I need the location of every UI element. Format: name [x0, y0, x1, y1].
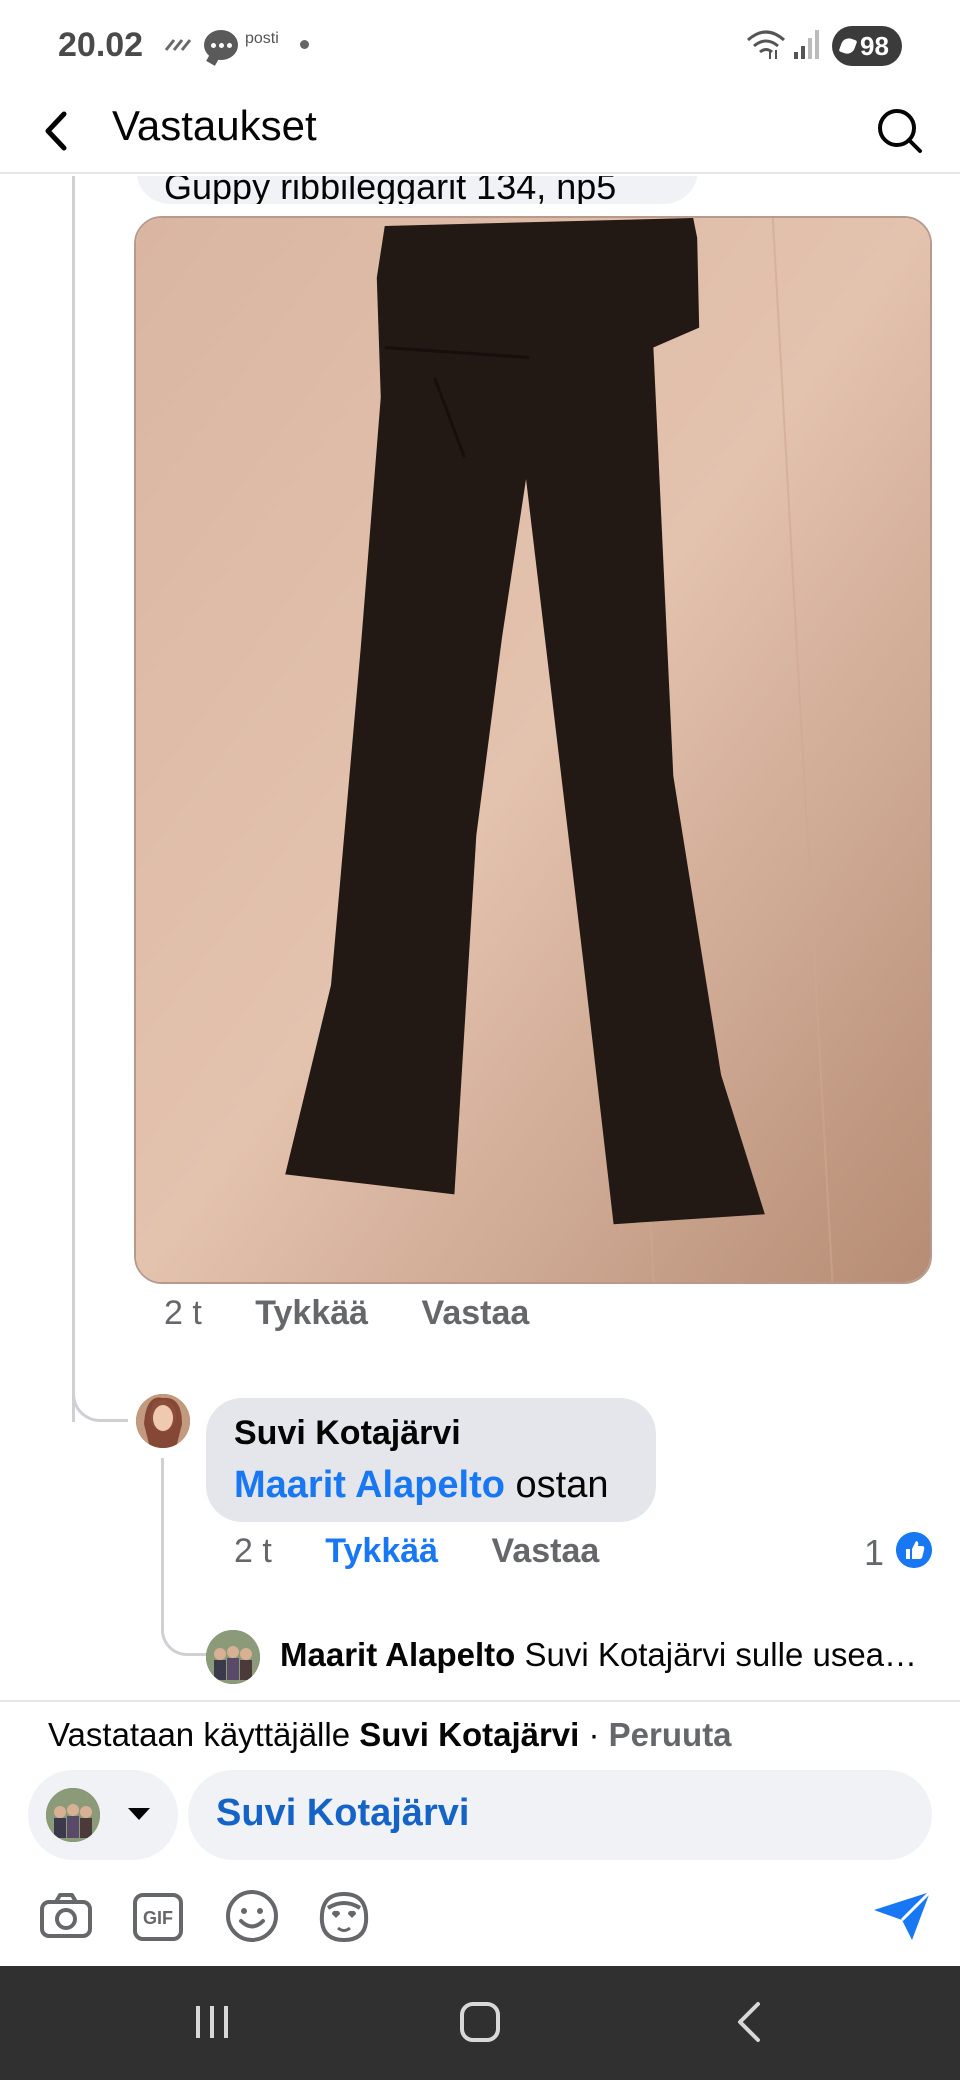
like-button[interactable]: Tykkää — [255, 1294, 368, 1332]
reply-comment-bubble[interactable]: Suvi Kotajärvi Maarit Alapelto ostan — [206, 1398, 656, 1522]
comment-thread: Guppy ribbileggarit 134, np5 2 t Tykkää … — [0, 176, 960, 1700]
comment-composer: Vastataan käyttäjälle Suvi Kotajärvi · P… — [0, 1700, 960, 1966]
comment-time: 2 t — [164, 1294, 202, 1332]
posti-notification-label: posti — [245, 30, 279, 47]
reply-like-button[interactable]: Tykkää — [325, 1532, 438, 1570]
previous-comment-bubble[interactable]: Guppy ribbileggarit 134, np5 — [136, 176, 698, 204]
thumbs-up-icon[interactable] — [896, 1532, 932, 1568]
emoji-icon[interactable] — [222, 1886, 282, 1946]
gif-label: GIF — [143, 1908, 173, 1928]
back-nav-icon[interactable] — [734, 2000, 764, 2044]
back-arrow-icon[interactable] — [34, 98, 84, 164]
comment-photo[interactable] — [134, 216, 932, 1284]
reply-body: ostan — [515, 1464, 609, 1506]
app-header: Vastaukset — [0, 90, 960, 174]
reply-text: Maarit Alapelto ostan — [234, 1464, 609, 1507]
reply-time: 2 t — [234, 1532, 272, 1570]
nested-reply-preview[interactable]: Maarit Alapelto Suvi Kotajärvi sulle use… — [280, 1636, 940, 1674]
reply-reply-button[interactable]: Vastaa — [492, 1532, 600, 1570]
reply-actions: 2 t Tykkää Vastaa — [234, 1532, 599, 1571]
separator: · — [588, 1716, 600, 1753]
avatar-sticker-icon[interactable] — [314, 1886, 374, 1946]
comment-input-value: Suvi Kotajärvi — [216, 1792, 470, 1834]
data-saver-icon — [164, 39, 192, 51]
battery-indicator: 98 — [832, 26, 902, 66]
search-icon[interactable] — [874, 100, 926, 160]
wifi-icon — [747, 30, 785, 59]
caret-down-icon — [128, 1808, 150, 1820]
cancel-reply-button[interactable]: Peruuta — [609, 1716, 732, 1753]
avatar[interactable] — [136, 1394, 190, 1448]
camera-icon[interactable] — [36, 1886, 96, 1946]
comment-input[interactable]: Suvi Kotajärvi — [188, 1770, 932, 1860]
gif-icon[interactable]: GIF — [128, 1886, 188, 1946]
nested-reply-author[interactable]: Maarit Alapelto — [280, 1636, 515, 1673]
status-time: 20.02 — [58, 26, 144, 64]
replying-to-bar: Vastataan käyttäjälle Suvi Kotajärvi · P… — [48, 1716, 732, 1754]
send-icon[interactable] — [872, 1888, 932, 1944]
avatar — [46, 1788, 100, 1842]
like-count[interactable]: 1 — [864, 1532, 884, 1574]
system-nav-bar — [0, 1966, 960, 2080]
account-switcher[interactable] — [28, 1770, 178, 1860]
status-bar: 20.02 posti 98 — [0, 0, 960, 90]
thread-connector-curve — [72, 1372, 128, 1422]
replying-name: Suvi Kotajärvi — [359, 1716, 580, 1753]
photo-comment-actions: 2 t Tykkää Vastaa — [164, 1294, 529, 1333]
recent-apps-icon[interactable] — [192, 2004, 232, 2040]
replying-prefix: Vastataan käyttäjälle — [48, 1716, 351, 1753]
flared-pants-image — [136, 218, 930, 1282]
previous-comment-text: Guppy ribbileggarit 134, np5 — [164, 176, 617, 204]
signal-icon — [794, 30, 819, 59]
reply-button[interactable]: Vastaa — [422, 1294, 530, 1332]
home-icon[interactable] — [460, 2002, 500, 2042]
mention-link[interactable]: Maarit Alapelto — [234, 1464, 505, 1506]
page-title: Vastaukset — [112, 102, 317, 149]
reply-author[interactable]: Suvi Kotajärvi — [234, 1414, 461, 1453]
nested-thread-connector-curve — [161, 1576, 207, 1656]
nested-reply-text: Suvi Kotajärvi sulle usea… — [524, 1636, 918, 1673]
thread-connector — [72, 176, 75, 1422]
messenger-notification-icon — [204, 30, 238, 60]
more-notifications-dot — [300, 40, 309, 49]
avatar[interactable] — [206, 1630, 260, 1684]
